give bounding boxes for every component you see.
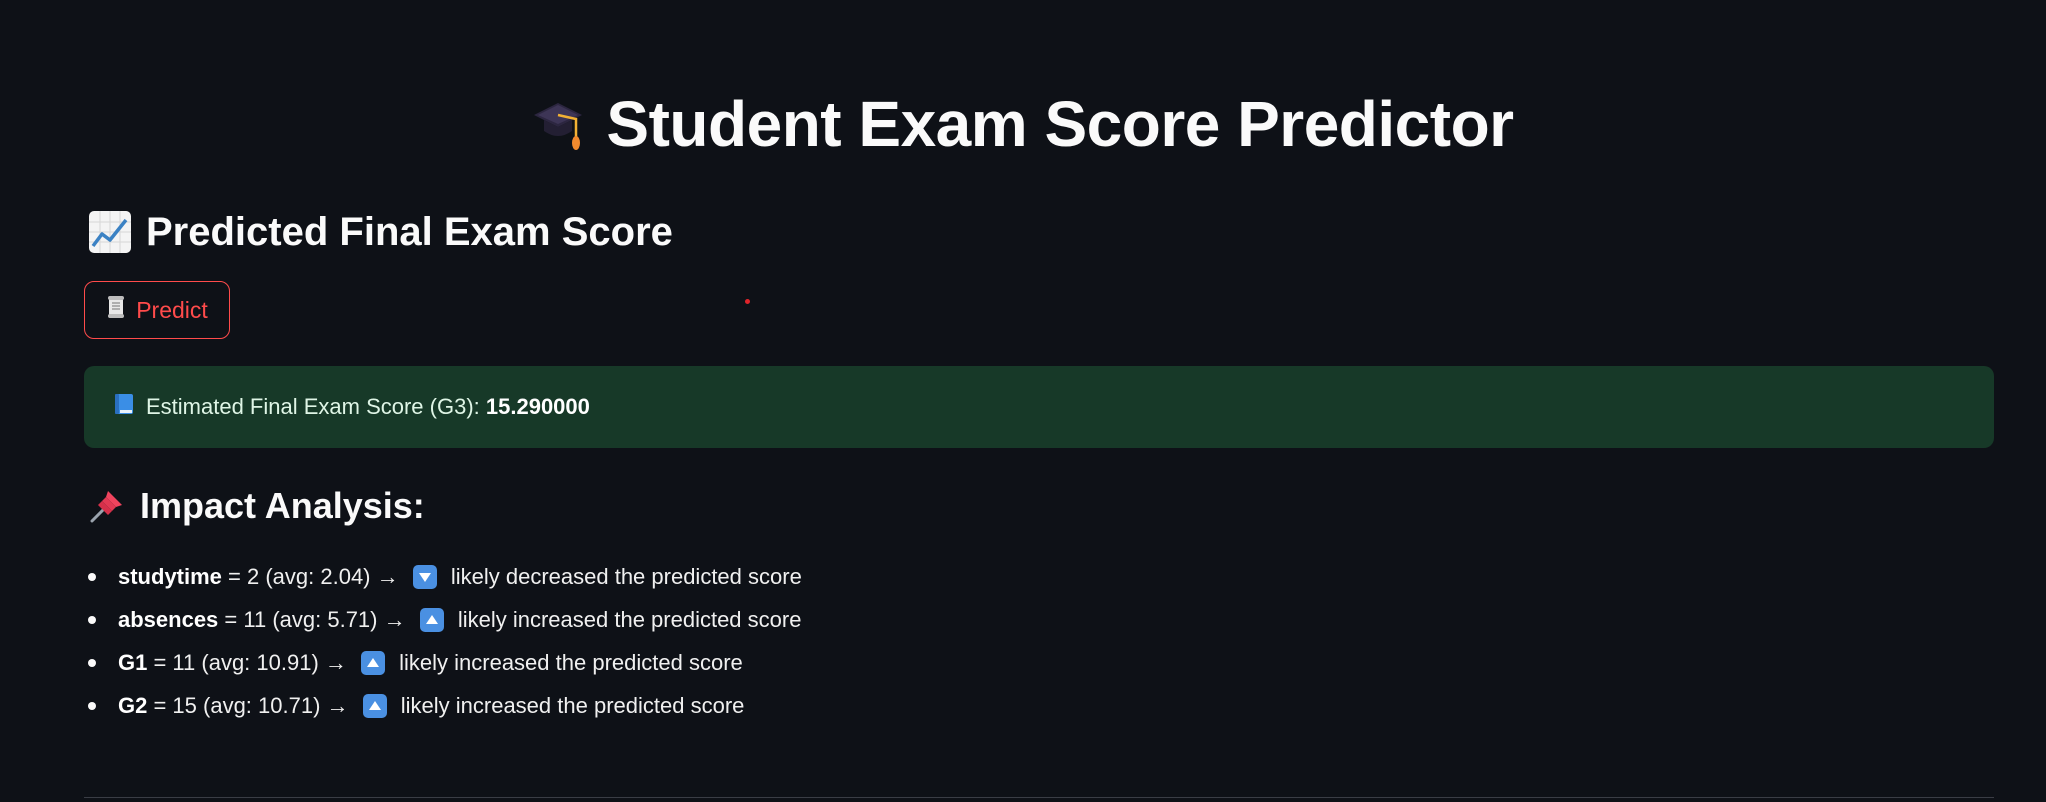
feature-name: G1 (118, 649, 148, 675)
bullet-icon (88, 572, 96, 581)
pushpin-icon (88, 487, 126, 525)
cursor-dot (745, 299, 750, 304)
impact-analysis-heading-text: Impact Analysis: (140, 485, 425, 526)
predict-button-label: Predict (136, 296, 208, 323)
list-item: G1 = 11 (avg: 10.91) → likely increased … (88, 641, 802, 684)
feature-detail: = 15 (avg: 10.71) → (147, 692, 355, 718)
up-arrow-icon (362, 693, 387, 718)
feature-detail: = 11 (avg: 10.91) → (147, 649, 354, 675)
feature-effect: likely increased the predicted score (393, 649, 743, 675)
bullet-icon (88, 701, 96, 710)
graduation-cap-icon (532, 95, 584, 153)
feature-effect: likely increased the predicted score (451, 606, 802, 632)
down-arrow-icon (412, 564, 437, 589)
result-value: 15.290000 (485, 394, 590, 419)
feature-detail: = 2 (avg: 2.04) → (221, 563, 405, 589)
feature-effect: likely decreased the predicted score (444, 563, 802, 589)
app-title: Student Exam Score Predictor (606, 88, 1514, 160)
blue-book-icon (112, 392, 136, 422)
impact-list: studytime = 2 (avg: 2.04) → likely decre… (88, 555, 802, 727)
result-alert: Estimated Final Exam Score (G3): 15.2900… (84, 366, 1994, 448)
predicted-score-heading-text: Predicted Final Exam Score (146, 209, 673, 254)
list-item: absences = 11 (avg: 5.71) → likely incre… (88, 598, 802, 641)
bullet-icon (88, 615, 96, 624)
feature-name: absences (118, 606, 219, 632)
app-page: Student Exam Score Predictor Predicted F… (0, 0, 2046, 802)
list-item: studytime = 2 (avg: 2.04) → likely decre… (88, 555, 802, 598)
predicted-score-heading: Predicted Final Exam Score (88, 204, 673, 260)
feature-name: studytime (118, 563, 222, 589)
feature-effect: likely increased the predicted score (394, 692, 745, 718)
list-item: G2 = 15 (avg: 10.71) → likely increased … (88, 684, 802, 727)
scroll-icon (106, 295, 126, 325)
page-title: Student Exam Score Predictor (0, 82, 2046, 166)
impact-analysis-heading: Impact Analysis: (88, 480, 425, 532)
chart-increasing-icon (88, 210, 132, 254)
result-label: Estimated Final Exam Score (G3): (146, 394, 486, 419)
feature-detail: = 11 (avg: 5.71) → (218, 606, 412, 632)
predict-button[interactable]: Predict (84, 281, 230, 339)
up-arrow-icon (361, 650, 386, 675)
bullet-icon (88, 658, 96, 667)
up-arrow-icon (419, 607, 444, 632)
feature-name: G2 (118, 692, 148, 718)
divider (84, 797, 1994, 798)
